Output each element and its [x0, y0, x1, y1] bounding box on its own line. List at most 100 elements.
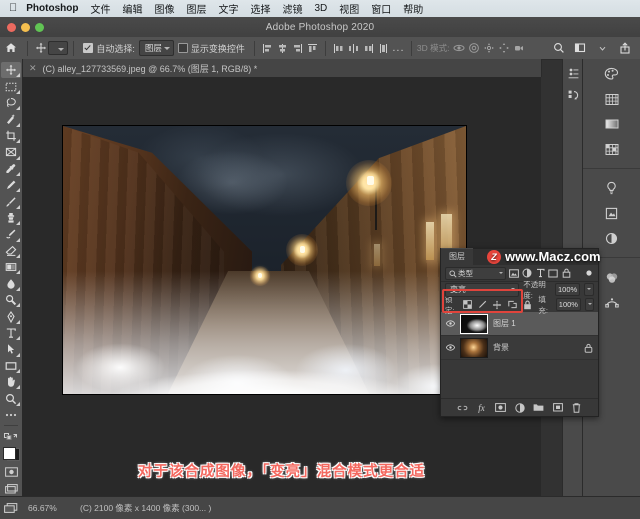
path-selection-tool[interactable] [1, 341, 21, 358]
eraser-tool[interactable] [1, 243, 21, 259]
table-row[interactable]: 图层 1 [441, 312, 598, 336]
new-layer-icon[interactable] [552, 402, 563, 413]
foreground-color-swatch[interactable] [2, 446, 16, 460]
show-transform-checkbox[interactable] [177, 43, 188, 53]
layers-comps-panel-icon[interactable] [602, 205, 621, 221]
move-tool[interactable] [1, 62, 21, 79]
tab-layers[interactable]: 图层 [441, 248, 473, 265]
rectangular-marquee-tool[interactable] [1, 78, 21, 95]
layer-style-fx-icon[interactable]: fx [476, 402, 487, 413]
link-layers-icon[interactable] [457, 402, 468, 413]
image-canvas[interactable] [63, 126, 466, 394]
filter-pixel-icon[interactable] [509, 268, 519, 278]
blend-mode-dropdown[interactable]: 变亮 [445, 282, 520, 297]
zoom-level[interactable]: 66.67% [22, 503, 76, 513]
menu-item-select[interactable]: 选择 [250, 1, 270, 16]
gradient-tool[interactable] [1, 259, 21, 275]
share-icon[interactable] [617, 41, 632, 56]
distribute-left-icon[interactable] [331, 41, 346, 56]
menu-item-filter[interactable]: 滤镜 [282, 1, 302, 16]
layers-panel[interactable]: 图层 类型 变亮 不透明度: 100% 锁定: 填充: 100% 图层 1 背景… [440, 248, 599, 417]
gradients-panel-icon[interactable] [602, 116, 621, 132]
move-tool-preset-dropdown[interactable] [48, 41, 69, 55]
table-row[interactable]: 背景 [441, 336, 598, 360]
hand-tool[interactable] [1, 374, 21, 390]
color-panel-icon[interactable] [602, 66, 621, 82]
menu-item-image[interactable]: 图像 [154, 1, 174, 16]
menu-item-edit[interactable]: 编辑 [122, 1, 142, 16]
chevron-down-icon[interactable] [595, 41, 610, 56]
menu-item-help[interactable]: 帮助 [403, 1, 423, 16]
auto-select-scope-dropdown[interactable]: 图层 [138, 40, 174, 56]
crop-tool[interactable] [1, 128, 21, 144]
align-top-edges-icon[interactable] [305, 41, 320, 56]
menu-item-type[interactable]: 文字 [218, 1, 238, 16]
swatches-panel-icon[interactable] [602, 91, 621, 107]
brush-tool[interactable] [1, 193, 21, 210]
rectangle-tool[interactable] [1, 358, 21, 374]
search-icon[interactable] [551, 41, 566, 56]
layer-thumbnail[interactable] [460, 337, 488, 358]
layer-thumbnail[interactable] [460, 313, 488, 334]
lock-transparent-pixels-icon[interactable] [462, 300, 472, 310]
layer-visibility-toggle[interactable] [446, 319, 455, 328]
menu-item-file[interactable]: 文件 [90, 1, 110, 16]
quick-selection-tool[interactable] [1, 111, 21, 128]
filter-type-icon[interactable] [535, 268, 545, 278]
opacity-value[interactable]: 100% [555, 283, 581, 296]
filter-adjustment-icon[interactable] [522, 268, 532, 278]
3d-orbit-icon[interactable] [452, 41, 467, 56]
distribute-right-icon[interactable] [361, 41, 376, 56]
blur-tool[interactable] [1, 275, 21, 292]
color-swatches[interactable] [2, 446, 20, 462]
quick-mask-icon[interactable] [1, 464, 21, 480]
new-group-icon[interactable] [533, 402, 544, 413]
lock-artboard-nesting-icon[interactable] [507, 300, 517, 310]
menu-item-window[interactable]: 窗口 [371, 1, 391, 16]
spot-healing-brush-tool[interactable] [1, 177, 21, 193]
move-tool-icon[interactable] [33, 41, 48, 56]
zoom-tool[interactable] [1, 390, 21, 407]
lock-image-pixels-icon[interactable] [477, 300, 487, 310]
lock-all-icon[interactable] [522, 300, 532, 310]
3d-camera-icon[interactable] [512, 41, 527, 56]
document-arrange-icon[interactable] [0, 502, 22, 514]
menu-item-photoshop[interactable]: Photoshop [26, 3, 78, 14]
frame-tool[interactable] [1, 144, 21, 160]
paths-panel-icon[interactable] [602, 294, 621, 310]
close-icon[interactable]: ✕ [29, 63, 37, 74]
pen-tool[interactable] [1, 308, 21, 325]
align-right-edges-icon[interactable] [290, 41, 305, 56]
align-left-edges-icon[interactable] [260, 41, 275, 56]
add-layer-mask-icon[interactable] [495, 402, 506, 413]
screen-mode-icon[interactable] [1, 481, 21, 497]
distribute-horizontal-centers-icon[interactable] [346, 41, 361, 56]
clone-stamp-tool[interactable] [1, 210, 21, 226]
type-tool[interactable] [1, 325, 21, 341]
document-tab[interactable]: ✕ (C) alley_127733569.jpeg @ 66.7% (图层 1… [22, 59, 542, 77]
new-adjustment-layer-icon[interactable] [514, 402, 525, 413]
fill-value[interactable]: 100% [555, 298, 581, 311]
3d-pan-icon[interactable] [482, 41, 497, 56]
show-transform-controls-option[interactable]: 显示变换控件 [174, 42, 249, 55]
filter-smartobject-icon[interactable] [561, 268, 571, 278]
libraries-panel-icon[interactable] [602, 269, 621, 285]
align-horizontal-centers-icon[interactable] [275, 41, 290, 56]
layer-visibility-toggle[interactable] [446, 343, 455, 352]
actions-panel-icon[interactable] [564, 87, 583, 103]
distribute-vertical-icon[interactable] [376, 41, 391, 56]
auto-select-checkbox[interactable] [83, 43, 94, 53]
history-panel-icon[interactable] [564, 65, 583, 81]
delete-layer-icon[interactable] [571, 402, 582, 413]
menu-item-view[interactable]: 视图 [339, 1, 359, 16]
filter-toggle-icon[interactable] [584, 268, 594, 278]
3d-slide-icon[interactable] [497, 41, 512, 56]
lasso-tool[interactable] [1, 95, 21, 111]
filter-shape-icon[interactable] [548, 268, 558, 278]
opacity-stepper[interactable] [584, 283, 594, 296]
arrange-documents-icon[interactable] [573, 41, 588, 56]
lock-position-icon[interactable] [492, 300, 502, 310]
document-info[interactable]: (C) 2100 像素 x 1400 像素 (300... ) [76, 502, 211, 514]
apple-icon[interactable]:  [9, 3, 17, 14]
auto-select-option[interactable]: 自动选择: [79, 42, 139, 55]
